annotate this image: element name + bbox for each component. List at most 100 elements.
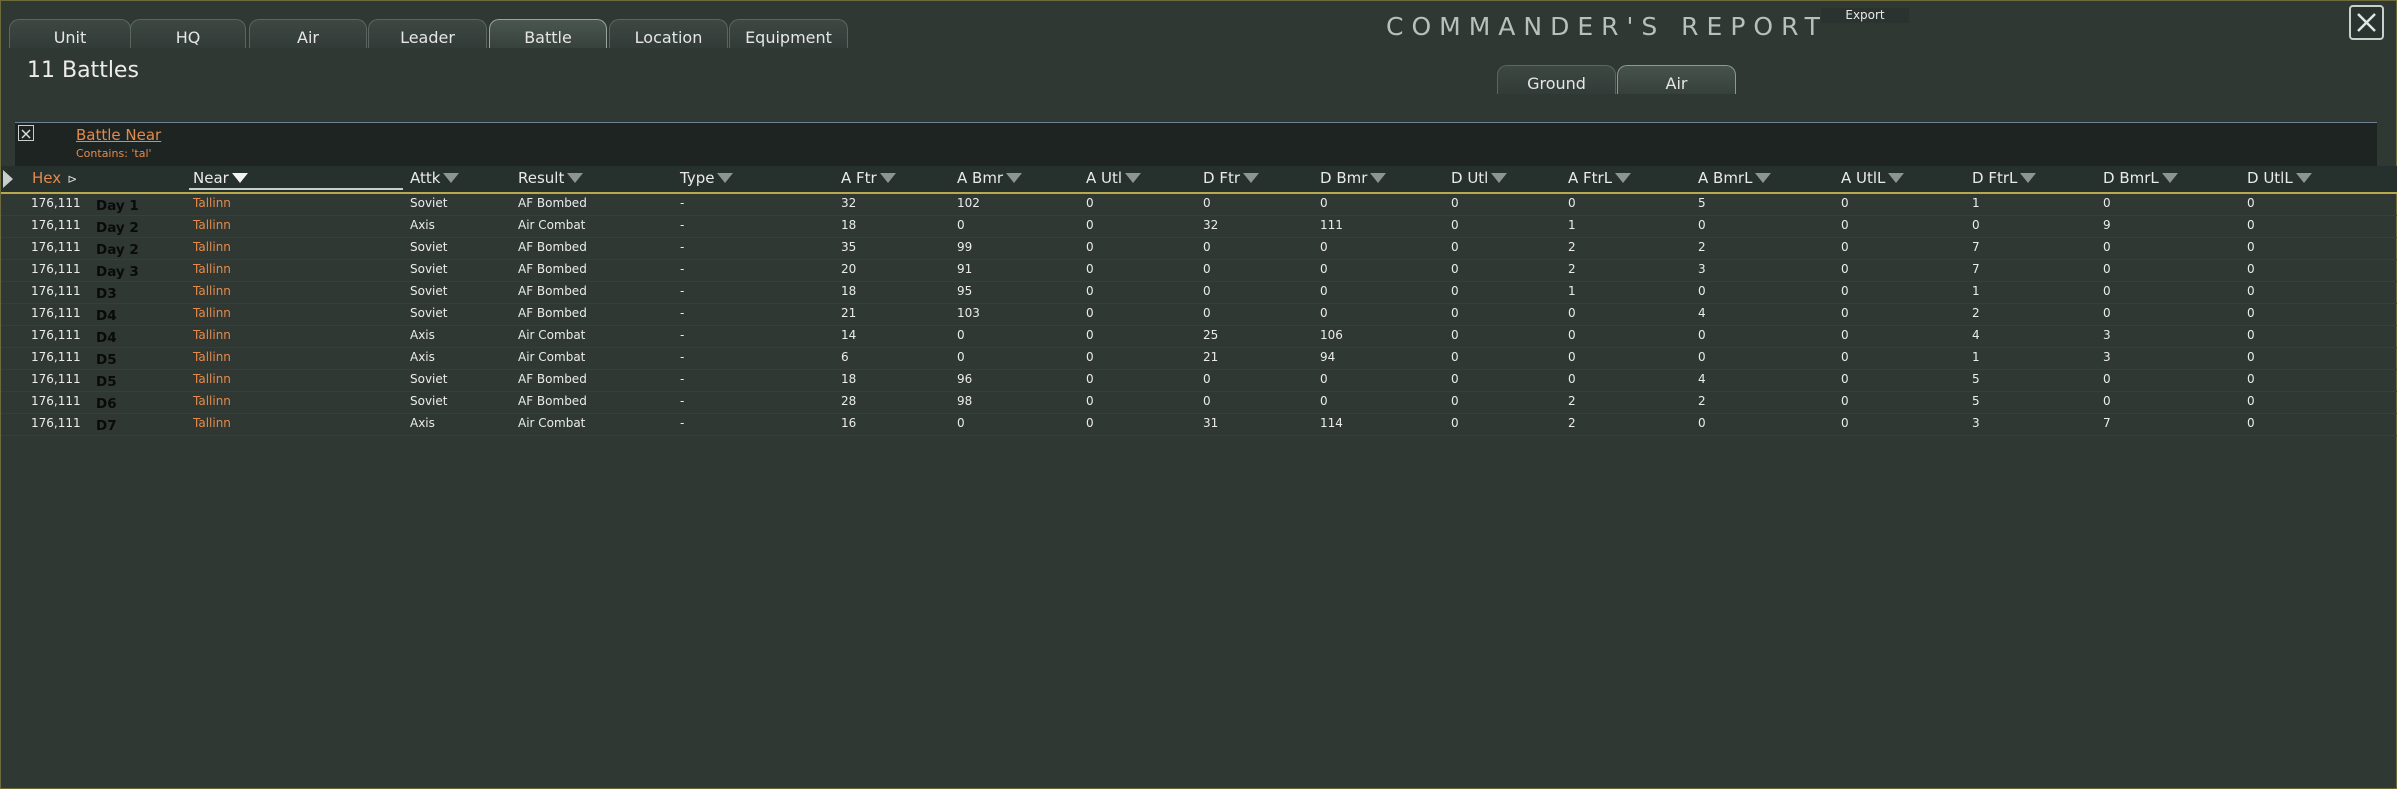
cell-a-utl: 0	[1086, 240, 1094, 254]
column-header-d-utl[interactable]: D Utl	[1451, 169, 1508, 189]
report-title: COMMANDER'S REPORT	[1386, 12, 1828, 41]
table-row[interactable]: 176,111 D5 Tallinn Soviet AF Bombed - 18…	[1, 369, 2397, 392]
cell-a-ftrl: 0	[1568, 306, 1576, 320]
column-header-a-ftrl[interactable]: A FtrL	[1568, 169, 1632, 189]
cell-a-utll: 0	[1841, 416, 1849, 430]
cell-d-utl: 0	[1451, 416, 1459, 430]
cell-a-utll: 0	[1841, 306, 1849, 320]
cell-d-ftrl: 4	[1972, 328, 1980, 342]
table-row[interactable]: 176,111 Day 2 Tallinn Axis Air Combat - …	[1, 215, 2397, 238]
cell-d-bmr: 0	[1320, 196, 1328, 210]
cell-hex: 176,111	[31, 196, 81, 210]
column-label: A BmrL	[1698, 169, 1753, 187]
filter-icon[interactable]	[1006, 172, 1023, 183]
close-icon	[21, 129, 31, 139]
cell-a-utll: 0	[1841, 394, 1849, 408]
cell-a-ftrl: 2	[1568, 262, 1576, 276]
tab-leader[interactable]: Leader	[368, 19, 487, 48]
tab-air[interactable]: Air	[249, 19, 367, 48]
filter-icon[interactable]	[1125, 172, 1142, 183]
cell-d-bmr: 94	[1320, 350, 1336, 364]
cell-d-ftrl: 1	[1972, 196, 1980, 210]
table-row[interactable]: 176,111 D7 Tallinn Axis Air Combat - 16 …	[1, 413, 2397, 436]
table-row[interactable]: 176,111 D4 Tallinn Axis Air Combat - 14 …	[1, 325, 2397, 348]
filter-name[interactable]: Battle Near	[76, 126, 161, 144]
column-header-hex[interactable]: Hex ⊳	[32, 169, 77, 189]
cell-a-utl: 0	[1086, 328, 1094, 342]
subtab-air[interactable]: Air	[1617, 65, 1736, 94]
cell-d-utl: 0	[1451, 328, 1459, 342]
cell-attk: Soviet	[410, 262, 448, 276]
column-header-a-bmrl[interactable]: A BmrL	[1698, 169, 1772, 189]
table-row[interactable]: 176,111 Day 2 Tallinn Soviet AF Bombed -…	[1, 237, 2397, 260]
filter-icon[interactable]	[1243, 172, 1259, 183]
column-header-d-bmr[interactable]: D Bmr	[1320, 169, 1387, 189]
filter-icon[interactable]	[1755, 172, 1772, 183]
column-header-a-utll[interactable]: A UtlL	[1841, 169, 1905, 189]
column-header-result[interactable]: Result	[518, 169, 584, 189]
cell-a-bmrl: 0	[1698, 218, 1706, 232]
commanders-report-window: Unit HQ Air Leader Battle Location Equip…	[0, 0, 2397, 789]
cell-a-bmr: 98	[957, 394, 973, 408]
cell-d-bmrl: 9	[2103, 218, 2111, 232]
table-row[interactable]: 176,111 D3 Tallinn Soviet AF Bombed - 18…	[1, 281, 2397, 304]
cell-d-bmrl: 3	[2103, 350, 2111, 364]
table-row[interactable]: 176,111 Day 3 Tallinn Soviet AF Bombed -…	[1, 259, 2397, 282]
filter-icon[interactable]	[2295, 172, 2312, 183]
cell-hex: 176,111	[31, 328, 81, 342]
filter-icon[interactable]	[231, 172, 248, 183]
cell-result: AF Bombed	[518, 394, 587, 408]
column-header-d-utll[interactable]: D UtlL	[2247, 169, 2312, 189]
cell-a-utl: 0	[1086, 262, 1094, 276]
column-header-type[interactable]: Type	[680, 169, 734, 189]
tab-equipment[interactable]: Equipment	[729, 19, 848, 48]
tab-battle[interactable]: Battle	[489, 19, 607, 48]
column-header-a-bmr[interactable]: A Bmr	[957, 169, 1023, 189]
column-header-attk[interactable]: Attk	[410, 169, 460, 189]
cell-a-ftr: 6	[841, 350, 849, 364]
cell-a-bmrl: 0	[1698, 350, 1706, 364]
column-header-d-ftr[interactable]: D Ftr	[1203, 169, 1259, 189]
cell-d-bmr: 0	[1320, 262, 1328, 276]
filter-icon[interactable]	[879, 172, 896, 183]
cell-day-annotation: D4	[96, 308, 117, 324]
remove-filter-button[interactable]	[18, 125, 34, 141]
cell-d-ftr: 0	[1203, 196, 1211, 210]
filter-icon[interactable]	[2161, 172, 2178, 183]
column-label: Type	[680, 169, 715, 187]
column-header-a-ftr[interactable]: A Ftr	[841, 169, 896, 189]
tab-location[interactable]: Location	[609, 19, 728, 48]
expand-arrow-icon[interactable]	[3, 170, 13, 188]
tab-unit[interactable]: Unit	[9, 19, 131, 48]
column-header-d-ftrl[interactable]: D FtrL	[1972, 169, 2037, 189]
filter-icon[interactable]	[717, 172, 734, 183]
filter-icon[interactable]	[2020, 172, 2037, 183]
column-header-near[interactable]: Near	[193, 169, 248, 189]
cell-a-utll: 0	[1841, 328, 1849, 342]
table-row[interactable]: 176,111 D5 Tallinn Axis Air Combat - 6 0…	[1, 347, 2397, 370]
filter-icon[interactable]	[1370, 172, 1387, 183]
table-row[interactable]: 176,111 D6 Tallinn Soviet AF Bombed - 28…	[1, 391, 2397, 414]
filter-icon[interactable]	[1615, 172, 1632, 183]
table-row[interactable]: 176,111 D4 Tallinn Soviet AF Bombed - 21…	[1, 303, 2397, 326]
cell-d-ftrl: 5	[1972, 394, 1980, 408]
cell-a-ftrl: 1	[1568, 284, 1576, 298]
cell-near: Tallinn	[193, 394, 231, 408]
column-header-d-bmrl[interactable]: D BmrL	[2103, 169, 2178, 189]
tab-hq[interactable]: HQ	[130, 19, 246, 48]
filter-icon[interactable]	[443, 172, 460, 183]
export-button[interactable]: Export	[1821, 8, 1909, 23]
cell-type: -	[680, 416, 685, 430]
table-row[interactable]: 176,111 Day 1 Tallinn Soviet AF Bombed -…	[1, 193, 2397, 216]
cell-d-bmrl: 0	[2103, 196, 2111, 210]
cell-result: AF Bombed	[518, 306, 587, 320]
subtab-ground[interactable]: Ground	[1497, 65, 1616, 94]
filter-icon[interactable]	[1888, 172, 1905, 183]
close-button[interactable]	[2349, 5, 2384, 40]
cell-d-bmrl: 3	[2103, 328, 2111, 342]
filter-icon[interactable]	[567, 172, 584, 183]
column-header-a-utl[interactable]: A Utl	[1086, 169, 1142, 189]
cell-attk: Axis	[410, 218, 435, 232]
filter-icon[interactable]	[1491, 172, 1508, 183]
cell-a-utl: 0	[1086, 306, 1094, 320]
